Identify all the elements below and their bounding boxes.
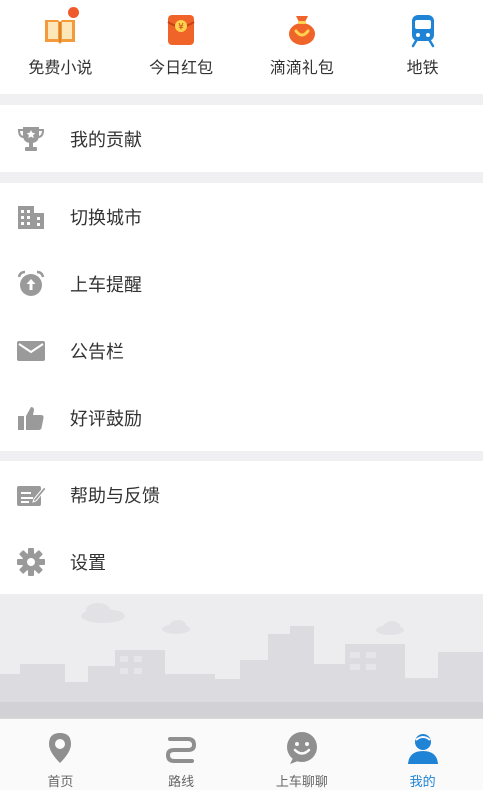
menu-item-label: 我的贡献 — [70, 129, 142, 151]
shortcut-label: 免费小说 — [28, 58, 93, 77]
menu-item-label: 设置 — [70, 552, 106, 574]
menu-item-switch-city[interactable]: 切换城市 — [0, 183, 483, 250]
menu-item-label: 切换城市 — [70, 207, 142, 229]
menu-item-settings[interactable]: 设置 — [0, 528, 483, 595]
tab-route[interactable]: 路线 — [121, 719, 242, 790]
tab-chat[interactable]: 上车聊聊 — [242, 719, 363, 790]
skyline-icon — [0, 603, 483, 718]
menu-item-label: 公告栏 — [70, 341, 124, 363]
menu-item-bulletin-board[interactable]: 公告栏 — [0, 317, 483, 384]
alarm-clock-icon — [17, 270, 45, 296]
menu-item-rate-us[interactable]: 好评鼓励 — [0, 384, 483, 451]
menu-item-boarding-reminder[interactable]: 上车提醒 — [0, 250, 483, 317]
envelope-icon — [17, 340, 45, 361]
menu-section-contribution: 我的贡献 — [0, 105, 483, 172]
menu-section-support: 帮助与反馈 设置 — [0, 461, 483, 595]
feedback-edit-icon — [17, 485, 46, 506]
gear-icon — [17, 547, 45, 576]
shortcut-label: 今日红包 — [149, 58, 214, 77]
shortcut-label: 地铁 — [406, 58, 439, 77]
menu-item-label: 好评鼓励 — [70, 408, 142, 430]
tab-label: 路线 — [168, 775, 195, 790]
shortcut-daily-red-envelope[interactable]: ¥ 今日红包 — [121, 0, 242, 94]
svg-text:¥: ¥ — [178, 23, 184, 33]
menu-item-label: 上车提醒 — [70, 274, 142, 296]
tab-mine[interactable]: 我的 — [362, 719, 483, 790]
menu-item-label: 帮助与反馈 — [70, 485, 160, 507]
bottom-tab-bar: 首页 路线 上车聊聊 我的 — [0, 718, 483, 790]
location-pin-icon — [49, 733, 72, 763]
notification-dot — [68, 7, 79, 18]
red-envelope-icon: ¥ — [167, 15, 195, 45]
tab-home[interactable]: 首页 — [0, 719, 121, 790]
thumbs-up-icon — [18, 406, 44, 430]
shortcut-bar: 免费小说 ¥ 今日红包 滴滴礼包 地铁 — [0, 0, 483, 94]
tab-label: 我的 — [409, 775, 436, 790]
shortcut-label: 滴滴礼包 — [269, 58, 334, 77]
subway-icon — [411, 15, 434, 48]
menu-section-general: 切换城市 上车提醒 公告栏 好评鼓励 — [0, 183, 483, 451]
gift-bag-icon — [288, 16, 315, 45]
user-profile-icon — [407, 734, 438, 764]
city-skyline-illustration — [0, 594, 483, 718]
trophy-icon — [17, 126, 45, 151]
shortcut-free-novel[interactable]: 免费小说 — [0, 0, 121, 94]
menu-item-my-contribution[interactable]: 我的贡献 — [0, 105, 483, 172]
shortcut-didi-gift[interactable]: 滴滴礼包 — [242, 0, 363, 94]
chat-smile-icon — [286, 732, 317, 764]
tab-label: 首页 — [47, 775, 74, 790]
route-icon — [166, 737, 197, 763]
building-icon — [18, 205, 44, 229]
menu-item-help-feedback[interactable]: 帮助与反馈 — [0, 461, 483, 528]
tab-label: 上车聊聊 — [275, 775, 328, 790]
shortcut-subway[interactable]: 地铁 — [362, 0, 483, 94]
